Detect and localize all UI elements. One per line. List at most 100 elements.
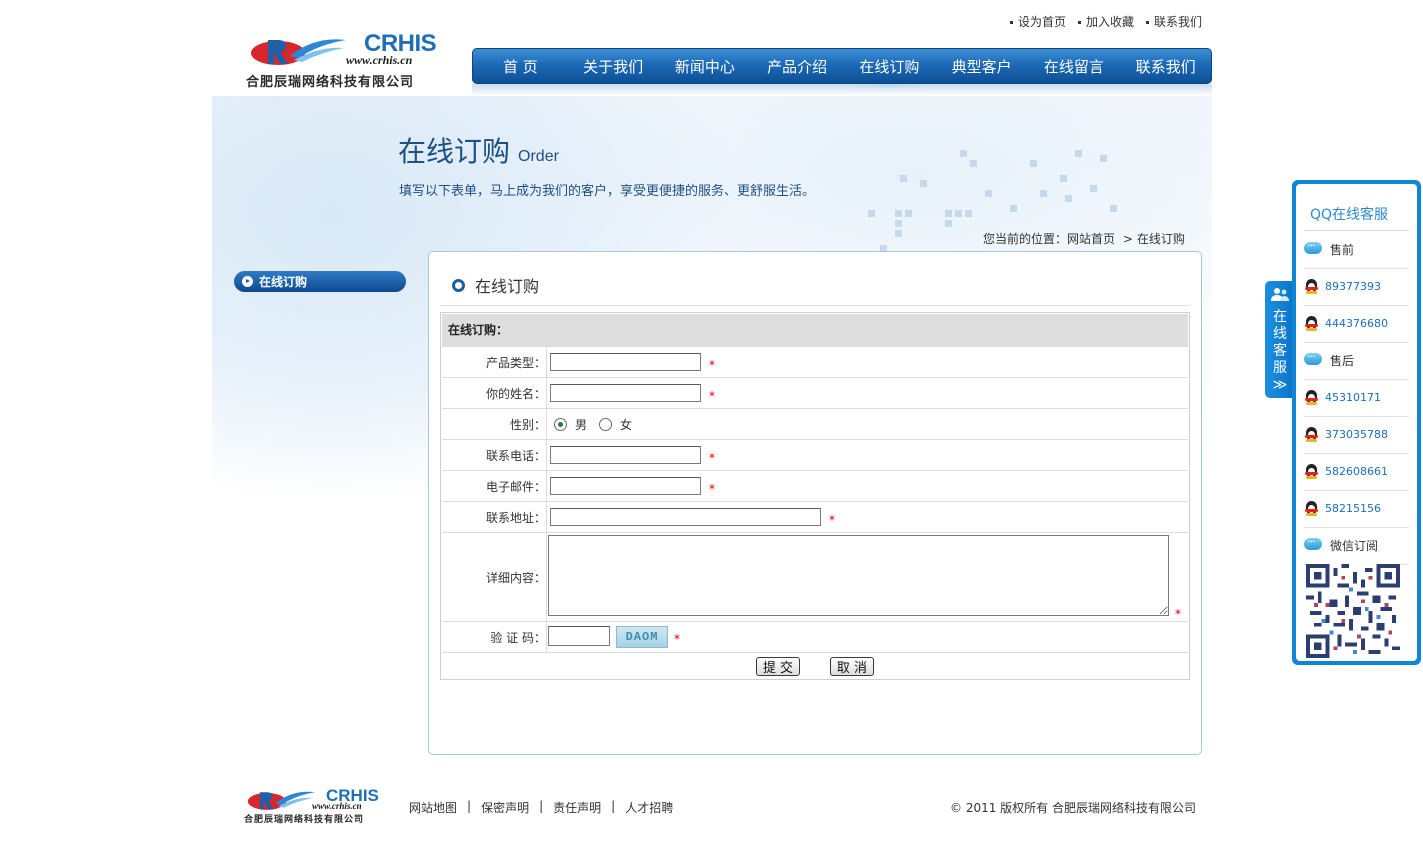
breadcrumb-home-link[interactable]: 网站首页: [1067, 232, 1115, 246]
qq-penguin-icon: [1304, 464, 1319, 479]
nav-item-about[interactable]: 关于我们: [568, 56, 659, 77]
breadcrumb-current: 在线订购: [1136, 232, 1185, 246]
details-label: 详细内容：: [442, 533, 547, 621]
chat-bubble-icon: [1304, 350, 1324, 368]
qq-contact-item[interactable]: 45310171: [1304, 379, 1409, 417]
order-form: 在线订购： 产品类型： * 你的姓名： * 性别： 男 女 联系电话： * 电子…: [440, 312, 1190, 680]
gender-male-radio[interactable]: [554, 417, 567, 431]
email-input[interactable]: [550, 477, 701, 495]
users-icon: [1271, 288, 1289, 301]
captcha-image[interactable]: DAOM: [616, 626, 668, 648]
phone-input[interactable]: [550, 446, 701, 464]
top-link-add-favorite[interactable]: 加入收藏: [1078, 13, 1134, 30]
nav-item-contact[interactable]: 联系我们: [1120, 56, 1211, 77]
gender-male-label: 男: [575, 417, 588, 432]
footer-separator: |: [611, 799, 616, 813]
top-link-contact[interactable]: 联系我们: [1146, 13, 1202, 30]
page-title: 在线订购 Order: [398, 130, 559, 170]
bullet-icon: [1078, 21, 1082, 24]
qq-contact-item[interactable]: 444376680: [1304, 305, 1409, 343]
chat-bubble-icon: [1304, 239, 1324, 257]
qq-contact-item[interactable]: 89377393: [1304, 268, 1409, 306]
required-mark: *: [674, 632, 680, 646]
form-row-name: 你的姓名： *: [442, 377, 1188, 408]
site-logo[interactable]: CRHIS www.crhis.cn 合肥辰瑞网络科技有限公司: [246, 30, 456, 90]
nav-item-message[interactable]: 在线留言: [1027, 56, 1120, 77]
form-row-address: 联系地址： *: [442, 501, 1188, 532]
required-mark: *: [709, 451, 715, 465]
qq-tab-char: 客: [1273, 343, 1287, 359]
qq-group-wechat: 微信订阅: [1304, 527, 1409, 565]
ring-bullet-icon: [452, 278, 465, 292]
wechat-qr-code-image: [1306, 564, 1400, 658]
captcha-label: 验 证 码：: [442, 622, 547, 652]
qq-service-panel: QQ在线客服 售前 89377393 444376680 售后 45310171…: [1292, 180, 1421, 665]
bullet-icon: [1010, 21, 1013, 24]
footer-logo-company: 合肥辰瑞网络科技有限公司: [244, 815, 365, 825]
bullet-icon: [1146, 21, 1150, 24]
qq-tab-char: 服: [1273, 360, 1287, 376]
footer-link-sitemap[interactable]: 网站地图: [409, 799, 457, 816]
required-mark: *: [1175, 607, 1181, 621]
qq-penguin-icon: [1304, 427, 1319, 442]
product-type-input[interactable]: [550, 353, 701, 371]
top-link-set-homepage[interactable]: 设为首页: [1010, 13, 1066, 30]
form-header: 在线订购：: [442, 314, 1188, 346]
footer-links: 网站地图 | 保密声明 | 责任声明 | 人才招聘: [409, 799, 673, 816]
footer-logo[interactable]: CRHIS www.crhis.cn 合肥辰瑞网络科技有限公司: [244, 786, 394, 826]
cancel-button[interactable]: 取 消: [830, 657, 874, 676]
product-type-label: 产品类型：: [442, 347, 547, 377]
qq-penguin-icon: [1304, 501, 1319, 516]
footer-link-disclaimer[interactable]: 责任声明: [553, 799, 601, 816]
address-label: 联系地址：: [442, 502, 547, 532]
qq-contact-item[interactable]: 582608661: [1304, 453, 1409, 491]
nav-item-clients[interactable]: 典型客户: [936, 56, 1028, 77]
form-row-details: 详细内容： *: [442, 532, 1188, 621]
qq-penguin-icon: [1304, 316, 1319, 331]
logo-domain: www.crhis.cn: [346, 53, 413, 67]
nav-shadow: [472, 84, 1212, 96]
footer-link-careers[interactable]: 人才招聘: [625, 799, 673, 816]
email-label: 电子邮件：: [442, 471, 547, 501]
gender-label: 性别：: [442, 409, 547, 439]
qq-panel-title: QQ在线客服: [1310, 207, 1389, 223]
main-nav: 首 页 关于我们 新闻中心 产品介绍 在线订购 典型客户 在线留言 联系我们: [472, 48, 1212, 88]
panel-title-text: 在线订购: [475, 277, 540, 296]
sidebar-item-order[interactable]: 在线订购: [234, 271, 406, 292]
form-row-product-type: 产品类型： *: [442, 346, 1188, 377]
nav-item-order[interactable]: 在线订购: [843, 56, 936, 88]
breadcrumb: 您当前的位置：网站首页 > 在线订购: [983, 230, 1185, 247]
nav-item-home[interactable]: 首 页: [473, 56, 568, 77]
address-input[interactable]: [550, 508, 821, 526]
play-circle-icon: [242, 276, 253, 287]
submit-button[interactable]: 提 交: [756, 657, 800, 676]
required-mark: *: [709, 482, 715, 496]
sidebar-item-label: 在线订购: [259, 275, 308, 289]
qq-service-tab[interactable]: 在 线 客 服 ≫: [1265, 281, 1295, 398]
nav-item-news[interactable]: 新闻中心: [658, 56, 751, 77]
name-label: 你的姓名：: [442, 378, 547, 408]
breadcrumb-separator: >: [1122, 232, 1133, 246]
footer-separator: |: [467, 799, 472, 813]
captcha-input[interactable]: [548, 626, 610, 646]
qq-contact-item[interactable]: 58215156: [1304, 490, 1409, 528]
details-textarea[interactable]: [548, 535, 1169, 616]
logo-swoosh-icon: [251, 39, 346, 65]
gender-female-radio[interactable]: [599, 417, 613, 431]
logo-swoosh-icon: [247, 791, 315, 810]
top-links: 设为首页 加入收藏 联系我们: [1010, 13, 1202, 30]
double-chevron-right-icon: ≫: [1272, 377, 1288, 393]
phone-label: 联系电话：: [442, 440, 547, 470]
name-input[interactable]: [550, 384, 701, 402]
nav-item-products[interactable]: 产品介绍: [751, 56, 843, 77]
page-title-zh: 在线订购: [398, 135, 511, 168]
required-mark: *: [709, 358, 715, 372]
logo-company-name: 合肥辰瑞网络科技有限公司: [246, 75, 415, 90]
qq-group-aftersale: 售后: [1304, 342, 1409, 380]
form-row-gender: 性别： 男 女: [442, 408, 1188, 439]
footer-link-privacy[interactable]: 保密声明: [481, 799, 529, 816]
form-row-captcha: 验 证 码： DAOM *: [442, 621, 1188, 652]
breadcrumb-prefix: 您当前的位置：: [983, 232, 1068, 246]
qq-contact-item[interactable]: 373035788: [1304, 416, 1409, 454]
footer-separator: |: [539, 799, 544, 813]
